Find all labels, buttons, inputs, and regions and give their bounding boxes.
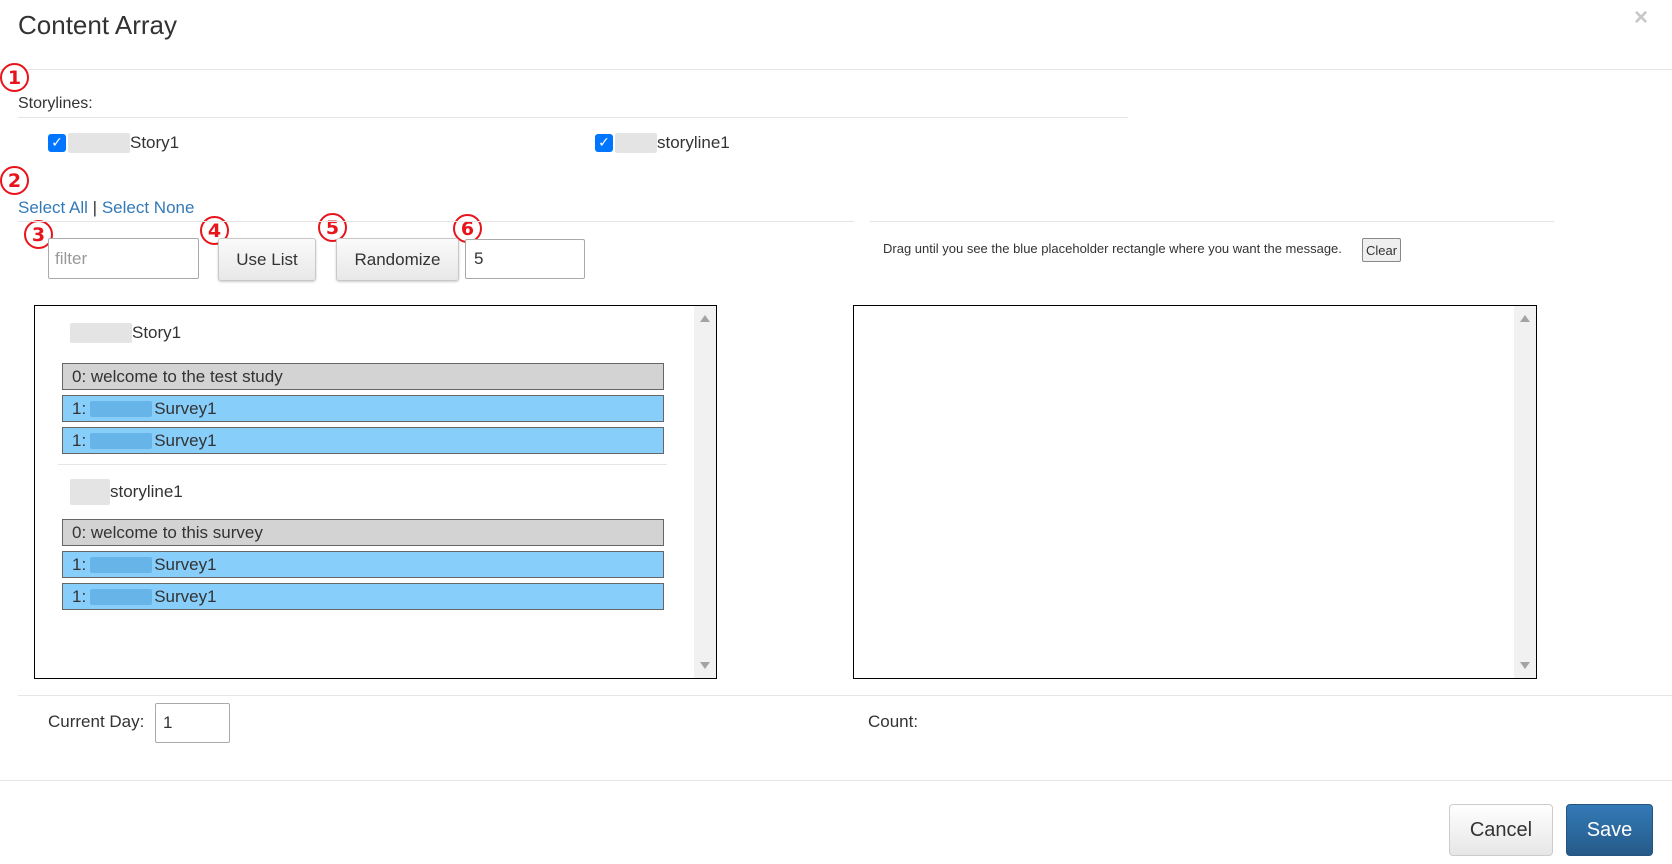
redacted-text bbox=[90, 556, 153, 573]
list-item[interactable]: 1: Survey1 bbox=[62, 395, 664, 422]
list-item[interactable]: 0: welcome to the test study bbox=[62, 363, 664, 390]
selection-links: Select All | Select None bbox=[18, 198, 194, 218]
redacted-text bbox=[70, 479, 110, 505]
redacted-text bbox=[90, 400, 153, 417]
list-item-prefix: 1: bbox=[72, 554, 87, 574]
list-item[interactable]: 1: Survey1 bbox=[62, 583, 664, 610]
checkbox-checked-icon[interactable]: ✓ bbox=[48, 134, 66, 152]
step-marker-1: 1 bbox=[0, 63, 29, 92]
list-item[interactable]: 1: Survey1 bbox=[62, 551, 664, 578]
scroll-up-icon[interactable] bbox=[700, 315, 710, 322]
list-item-text: 0: welcome to this survey bbox=[72, 522, 263, 542]
redacted-text bbox=[68, 133, 130, 153]
checkbox-checked-icon[interactable]: ✓ bbox=[595, 134, 613, 152]
step-marker-2: 2 bbox=[0, 166, 29, 195]
redacted-text bbox=[90, 588, 153, 605]
redacted-text bbox=[615, 133, 657, 153]
use-list-button[interactable]: Use List bbox=[218, 238, 316, 281]
clear-button[interactable]: Clear bbox=[1362, 238, 1401, 262]
list-item-prefix: 1: bbox=[72, 398, 87, 418]
select-none-link[interactable]: Select None bbox=[102, 198, 195, 217]
message-drop-list[interactable] bbox=[853, 305, 1537, 679]
group-title-text: storyline1 bbox=[110, 482, 183, 501]
scrollbar[interactable] bbox=[694, 306, 716, 678]
group-title-text: Story1 bbox=[132, 323, 182, 342]
count-label: Count: bbox=[868, 712, 919, 731]
randomize-button[interactable]: Randomize bbox=[336, 238, 459, 281]
link-separator: | bbox=[92, 198, 98, 217]
list-item-text: 0: welcome to the test study bbox=[72, 366, 283, 386]
modal-title: Content Array bbox=[18, 10, 177, 40]
save-button[interactable]: Save bbox=[1566, 804, 1653, 856]
storyline-checkbox-storyline1[interactable]: ✓ storyline1 bbox=[595, 133, 730, 153]
list-item-prefix: 1: bbox=[72, 430, 87, 450]
storylines-label: Storylines: bbox=[18, 95, 93, 112]
select-all-link[interactable]: Select All bbox=[18, 198, 88, 217]
storyline-checkbox-story1[interactable]: ✓ Story1 bbox=[48, 133, 179, 153]
message-source-list[interactable]: Story1 0: welcome to the test study 1: S… bbox=[34, 305, 717, 679]
current-day-label: Current Day: bbox=[48, 712, 145, 731]
header-divider bbox=[0, 69, 1672, 70]
storyline-label: Story1 bbox=[130, 133, 180, 152]
filter-input[interactable] bbox=[48, 238, 199, 279]
close-icon[interactable]: × bbox=[1634, 4, 1648, 32]
controls-divider-left bbox=[18, 221, 854, 222]
list-item-prefix: 1: bbox=[72, 586, 87, 606]
drag-hint-text: Drag until you see the blue placeholder … bbox=[883, 241, 1342, 256]
scroll-down-icon[interactable] bbox=[700, 662, 710, 669]
list-item-text: Survey1 bbox=[154, 398, 217, 418]
list-item[interactable]: 1: Survey1 bbox=[62, 427, 664, 454]
scroll-up-icon[interactable] bbox=[1520, 315, 1530, 322]
footer-divider bbox=[0, 780, 1672, 781]
scrollbar[interactable] bbox=[1514, 306, 1536, 678]
fields-divider bbox=[18, 695, 1672, 696]
redacted-text bbox=[90, 432, 153, 449]
redacted-text bbox=[70, 323, 132, 343]
current-day-input[interactable] bbox=[155, 703, 230, 743]
cancel-button[interactable]: Cancel bbox=[1449, 804, 1553, 856]
storylines-divider bbox=[18, 117, 1128, 118]
group-title-story1: Story1 bbox=[70, 323, 181, 343]
group-title-storyline1: storyline1 bbox=[70, 479, 183, 505]
scroll-down-icon[interactable] bbox=[1520, 662, 1530, 669]
randomize-count-input[interactable] bbox=[465, 239, 585, 279]
list-item-text: Survey1 bbox=[154, 586, 217, 606]
controls-divider-right bbox=[870, 221, 1554, 222]
list-item-text: Survey1 bbox=[154, 554, 217, 574]
list-item[interactable]: 0: welcome to this survey bbox=[62, 519, 664, 546]
group-divider bbox=[58, 464, 667, 465]
storyline-label: storyline1 bbox=[657, 133, 730, 152]
list-item-text: Survey1 bbox=[154, 430, 217, 450]
